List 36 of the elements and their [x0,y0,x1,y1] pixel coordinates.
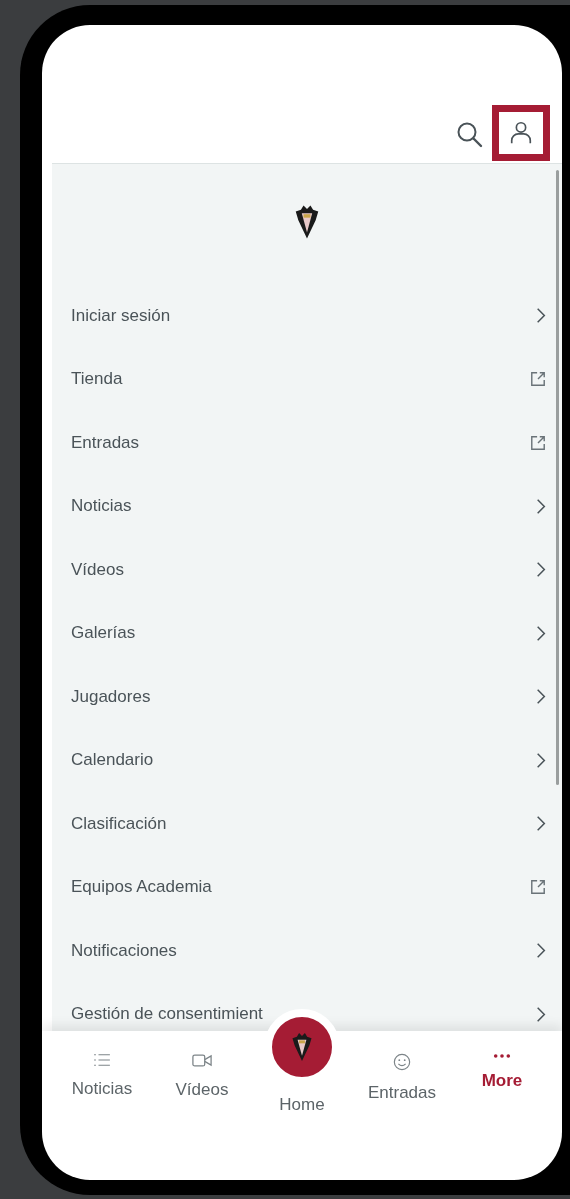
more-dots-icon [493,1053,511,1059]
tab-item[interactable]: Entradas [357,1031,447,1180]
chevron-right-icon [536,497,546,515]
tab-item[interactable]: Noticias [57,1031,147,1180]
menu-item[interactable]: Vídeos [52,538,562,602]
crest-logo [294,204,320,240]
list-icon [93,1053,111,1067]
video-camera-icon [192,1053,212,1068]
menu-item[interactable]: Notificaciones [52,919,562,983]
chevron-right-icon [536,561,546,579]
menu-item[interactable]: Entradas [52,411,562,475]
menu-item[interactable]: Galerías [52,601,562,665]
account-button[interactable] [492,105,550,161]
external-link-icon [530,371,546,388]
menu-item[interactable]: Jugadores [52,665,562,729]
chevron-right-icon [536,624,546,642]
tab-item[interactable]: More [457,1031,547,1180]
search-icon[interactable] [456,121,484,149]
menu-item[interactable]: Clasificación [52,792,562,856]
external-link-icon [530,434,546,451]
menu-item[interactable]: Equipos Academia [52,855,562,919]
menu-item[interactable]: Gestión de consentimient [52,982,562,1031]
external-link-icon [530,879,546,896]
chevron-right-icon [536,942,546,960]
chevron-right-icon [536,751,546,769]
chevron-right-icon [536,307,546,325]
menu-item[interactable]: Iniciar sesión [52,284,562,348]
menu-item[interactable]: Tienda [52,347,562,411]
menu-item[interactable]: Noticias [52,474,562,538]
chevron-right-icon [536,815,546,833]
chevron-right-icon [536,1005,546,1023]
chevron-right-icon [536,688,546,706]
person-icon [508,120,534,146]
smiley-icon [393,1053,411,1071]
tab-item[interactable]: Vídeos [157,1031,247,1180]
menu-item[interactable]: Calendario [52,728,562,792]
